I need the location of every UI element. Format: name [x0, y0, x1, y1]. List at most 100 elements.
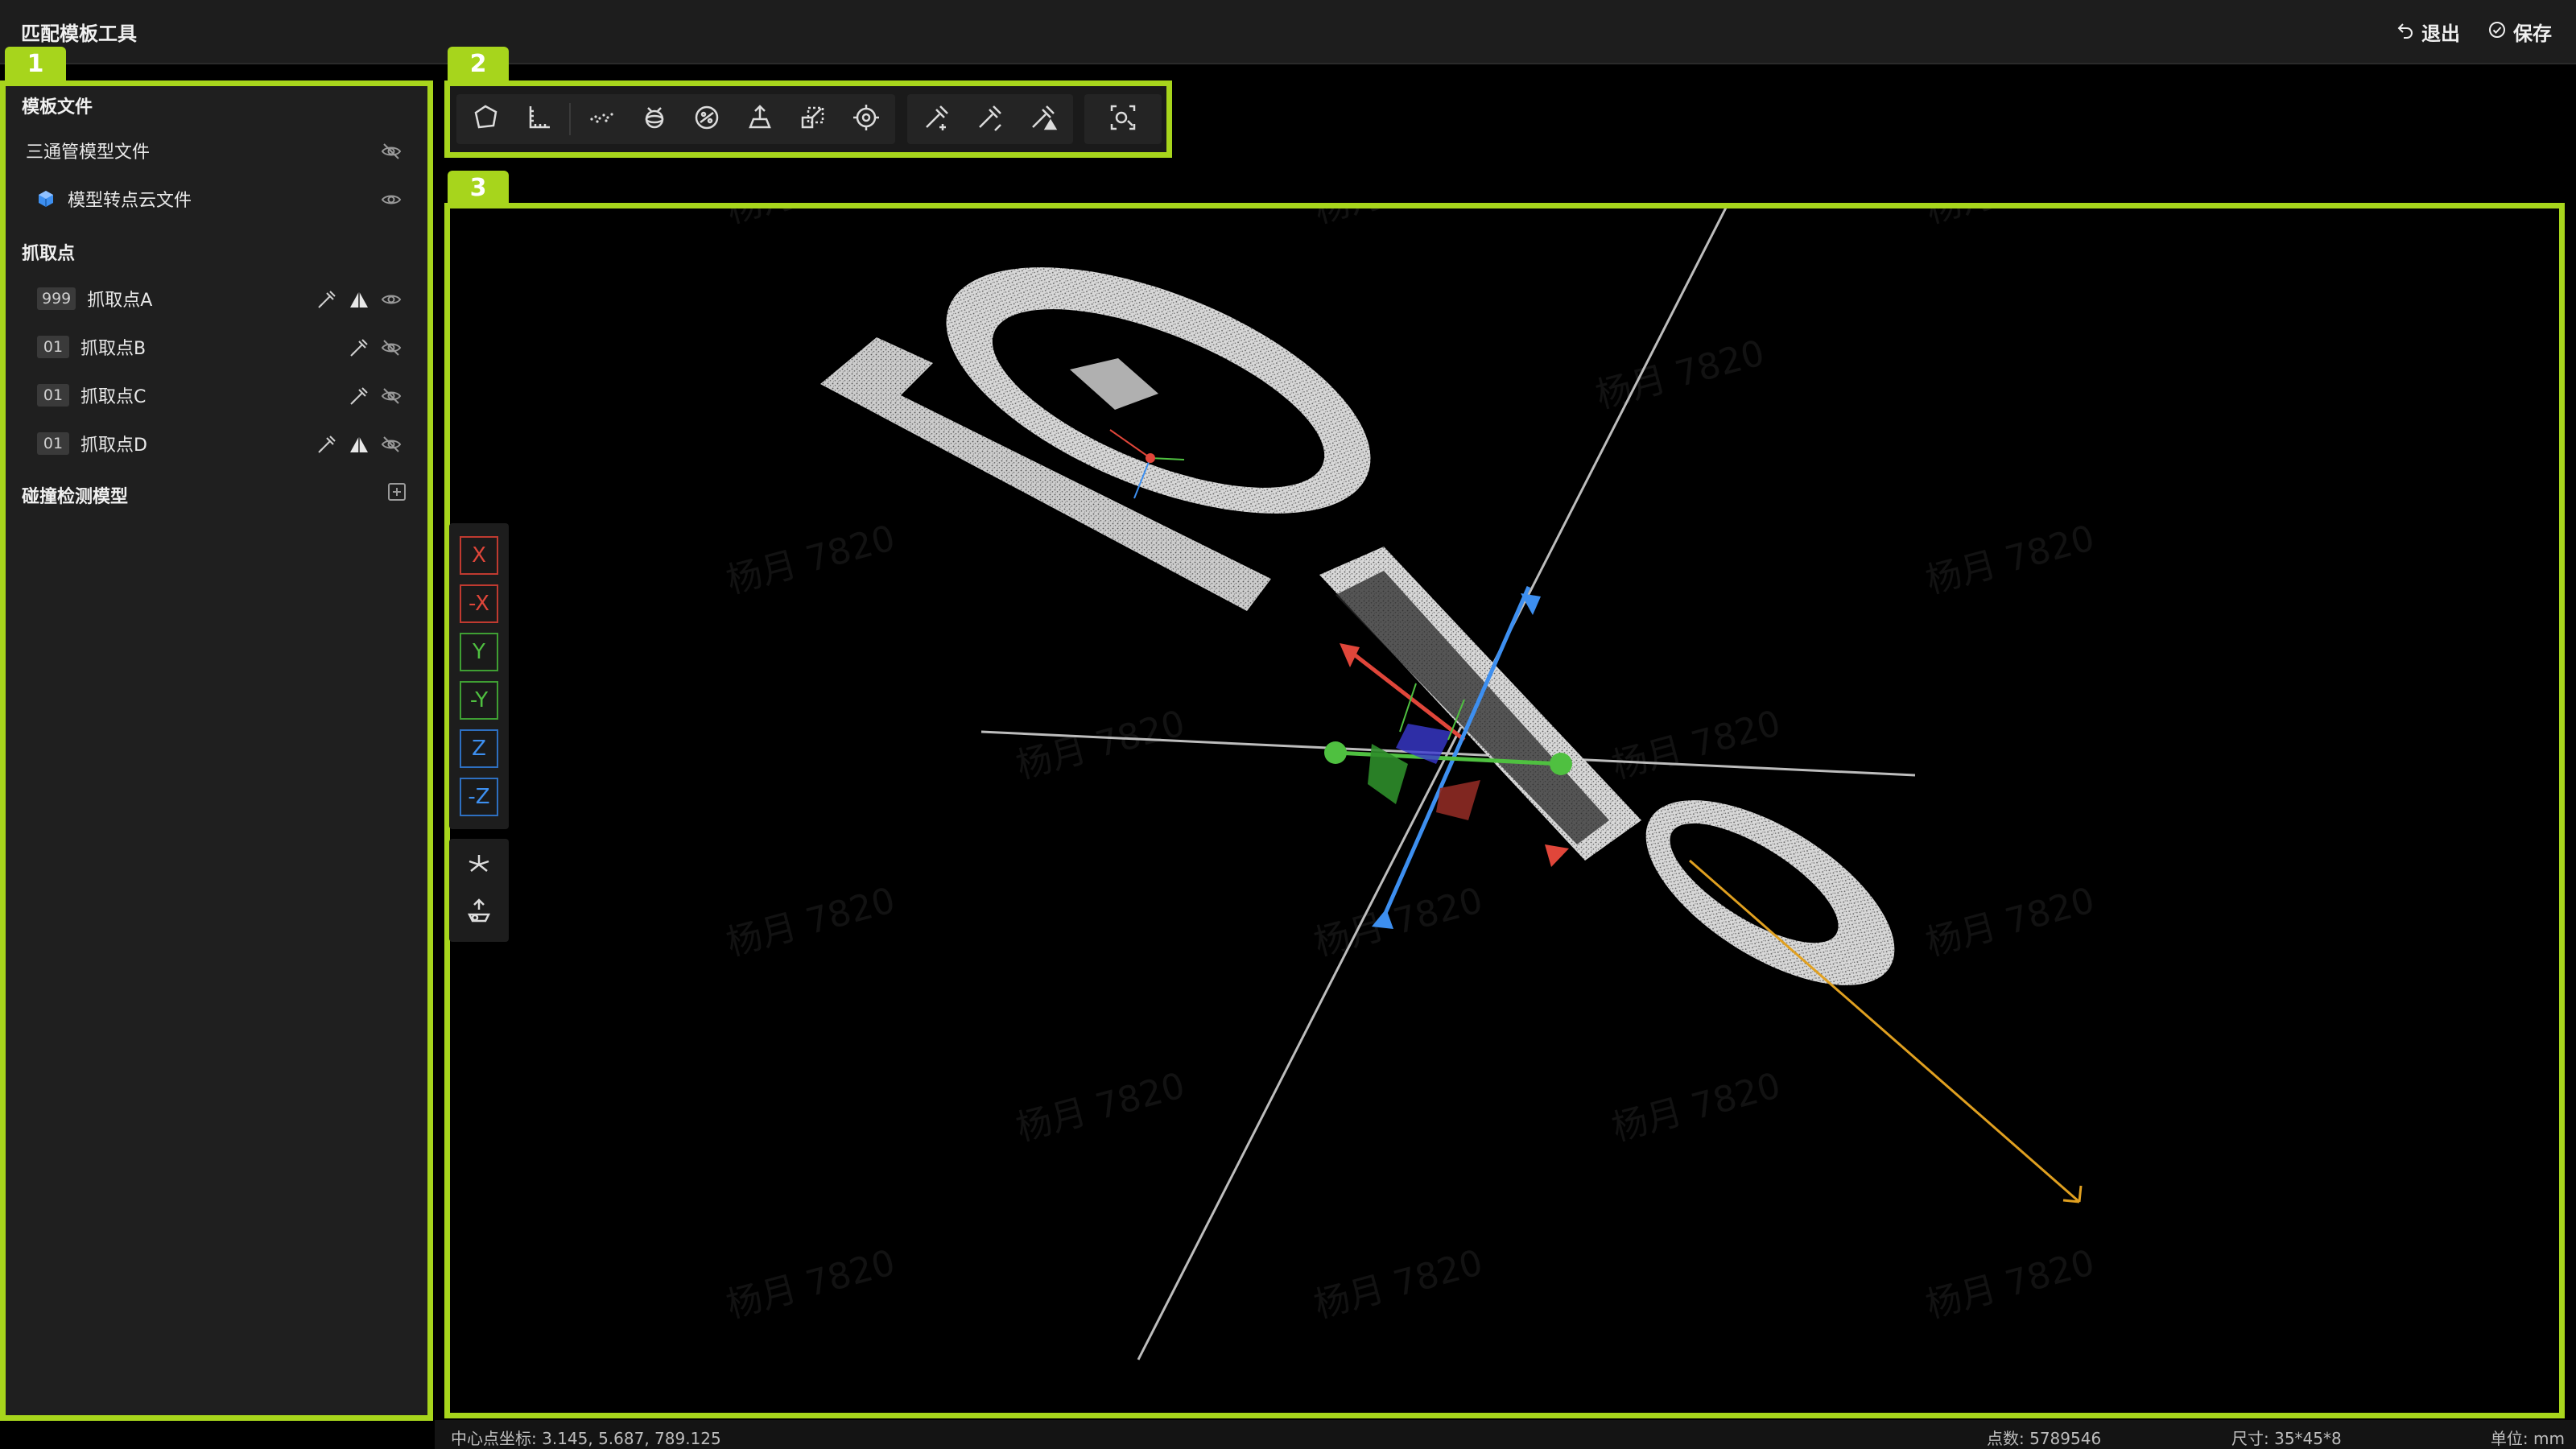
grab-point-label: 抓取点C	[80, 387, 147, 407]
gripper-add-icon	[920, 101, 952, 137]
center-tool[interactable]	[844, 97, 889, 142]
check-circle-icon	[2487, 20, 2507, 44]
center-coordinate-status: 中心点坐标: 3.145, 5.687, 789.125	[451, 1426, 721, 1449]
warning-triangle-icon	[348, 433, 370, 456]
eye-off-icon[interactable]	[380, 433, 402, 456]
camera-target-icon	[1107, 101, 1139, 137]
unit-value: mm	[2533, 1429, 2565, 1448]
eye-icon[interactable]	[380, 288, 402, 311]
save-button[interactable]: 保存	[2487, 18, 2552, 46]
grab-point-a[interactable]: 999 抓取点A	[11, 276, 422, 321]
size-status: 尺寸: 35*45*8	[2231, 1426, 2342, 1449]
template-item-pointcloud-file[interactable]: 模型转点云文件	[11, 176, 422, 221]
title-bar: 匹配模板工具 退出 保存	[0, 0, 2576, 64]
view-tools-panel	[449, 839, 509, 942]
grab-point-badge: 01	[37, 432, 69, 455]
gripper-warning-icon	[1026, 101, 1059, 137]
axis-view-panel: X -X Y -Y Z -Z	[449, 523, 509, 829]
gripper-icon[interactable]	[348, 336, 370, 359]
gripper-icon[interactable]	[348, 385, 370, 407]
template-section-title: 模板文件	[22, 97, 93, 118]
view-neg-x-button[interactable]: -X	[460, 584, 498, 623]
grab-point-warning-tool[interactable]	[1020, 97, 1065, 142]
scene-canvas[interactable]	[450, 208, 2559, 1413]
add-grab-point-tool[interactable]	[914, 97, 959, 142]
gripper-edit-icon	[973, 101, 1005, 137]
eye-off-icon[interactable]	[380, 336, 402, 359]
collision-section-title: 碰撞检测模型	[22, 487, 129, 507]
reset-view-button[interactable]	[460, 847, 498, 886]
template-item-label: 模型转点云文件	[68, 191, 192, 211]
edit-grab-point-tool[interactable]	[967, 97, 1012, 142]
toolbar-separator	[568, 103, 571, 135]
view-y-button[interactable]: Y	[460, 633, 498, 671]
exit-button[interactable]: 退出	[2396, 18, 2460, 46]
3d-viewport[interactable]: 杨月 7820 杨月 7820 杨月 7820 杨月 7820 杨月 7820 …	[444, 203, 2565, 1418]
export-tool[interactable]	[737, 97, 782, 142]
grab-point-label: 抓取点A	[87, 291, 153, 311]
grab-point-badge: 01	[37, 336, 69, 358]
gripper-icon[interactable]	[316, 433, 338, 456]
point-cloud-icon	[585, 101, 617, 137]
point-count-status: 点数: 5789546	[1987, 1426, 2101, 1449]
screenshot-tool[interactable]	[1100, 97, 1146, 142]
eye-off-icon[interactable]	[380, 385, 402, 407]
template-item-label: 三通管模型文件	[26, 142, 151, 163]
unit-status: 单位: mm	[2491, 1426, 2565, 1449]
template-item-model-file[interactable]: 三通管模型文件	[11, 128, 422, 173]
tool-group-edit	[456, 94, 895, 144]
warning-triangle-icon	[348, 288, 370, 311]
unit-label: 单位:	[2490, 1429, 2529, 1448]
filter-tool[interactable]	[685, 97, 730, 142]
export-gear-icon	[464, 897, 493, 929]
scale-icon	[797, 101, 829, 137]
points-label: 点数:	[1987, 1429, 2025, 1448]
cube-icon	[37, 190, 55, 208]
rotate-tool[interactable]	[632, 97, 677, 142]
region-tag-3: 3	[448, 171, 509, 206]
tool-group-gripper	[907, 94, 1073, 144]
header-actions: 退出 保存	[2396, 18, 2552, 46]
tool-group-capture	[1084, 94, 1162, 144]
grab-point-badge: 999	[37, 287, 76, 310]
size-label: 尺寸:	[2231, 1429, 2269, 1448]
filter-circle-icon	[691, 101, 723, 137]
toolbar	[444, 80, 1172, 158]
pointcloud-tool[interactable]	[579, 97, 624, 142]
grab-point-badge: 01	[37, 384, 69, 407]
grab-point-label: 抓取点B	[80, 339, 147, 359]
size-value: 35*45*8	[2274, 1429, 2342, 1448]
scale-tool[interactable]	[791, 97, 836, 142]
grab-point-b[interactable]: 01 抓取点B	[11, 324, 422, 369]
add-square-icon[interactable]	[386, 481, 408, 503]
select-polygon-tool[interactable]	[463, 97, 508, 142]
points-value: 5789546	[2029, 1429, 2102, 1448]
app-title: 匹配模板工具	[21, 23, 137, 45]
view-x-button[interactable]: X	[460, 536, 498, 575]
view-z-button[interactable]: Z	[460, 729, 498, 768]
grab-point-c[interactable]: 01 抓取点C	[11, 373, 422, 418]
save-label: 保存	[2513, 23, 2552, 45]
measure-tool[interactable]	[516, 97, 561, 142]
rotate-3d-icon	[638, 101, 671, 137]
center-value: 3.145, 5.687, 789.125	[542, 1429, 721, 1448]
grab-section-title: 抓取点	[22, 244, 76, 264]
undo-arrow-icon	[2396, 20, 2415, 44]
center-label: 中心点坐标:	[451, 1429, 537, 1448]
region-tag-1: 1	[5, 47, 66, 82]
polygon-select-icon	[469, 101, 502, 137]
view-neg-z-button[interactable]: -Z	[460, 778, 498, 816]
export-view-button[interactable]	[460, 894, 498, 932]
grab-point-label: 抓取点D	[80, 436, 147, 456]
exit-label: 退出	[2421, 23, 2460, 45]
view-neg-y-button[interactable]: -Y	[460, 681, 498, 720]
grab-point-d[interactable]: 01 抓取点D	[11, 421, 422, 466]
ruler-icon	[522, 101, 555, 137]
gripper-icon[interactable]	[316, 288, 338, 311]
export-icon	[744, 101, 776, 137]
eye-off-icon[interactable]	[380, 140, 402, 163]
eye-icon[interactable]	[380, 188, 402, 211]
target-gear-icon	[850, 101, 882, 137]
axes-reset-icon	[464, 850, 493, 882]
approach-vector	[1689, 859, 2083, 1203]
